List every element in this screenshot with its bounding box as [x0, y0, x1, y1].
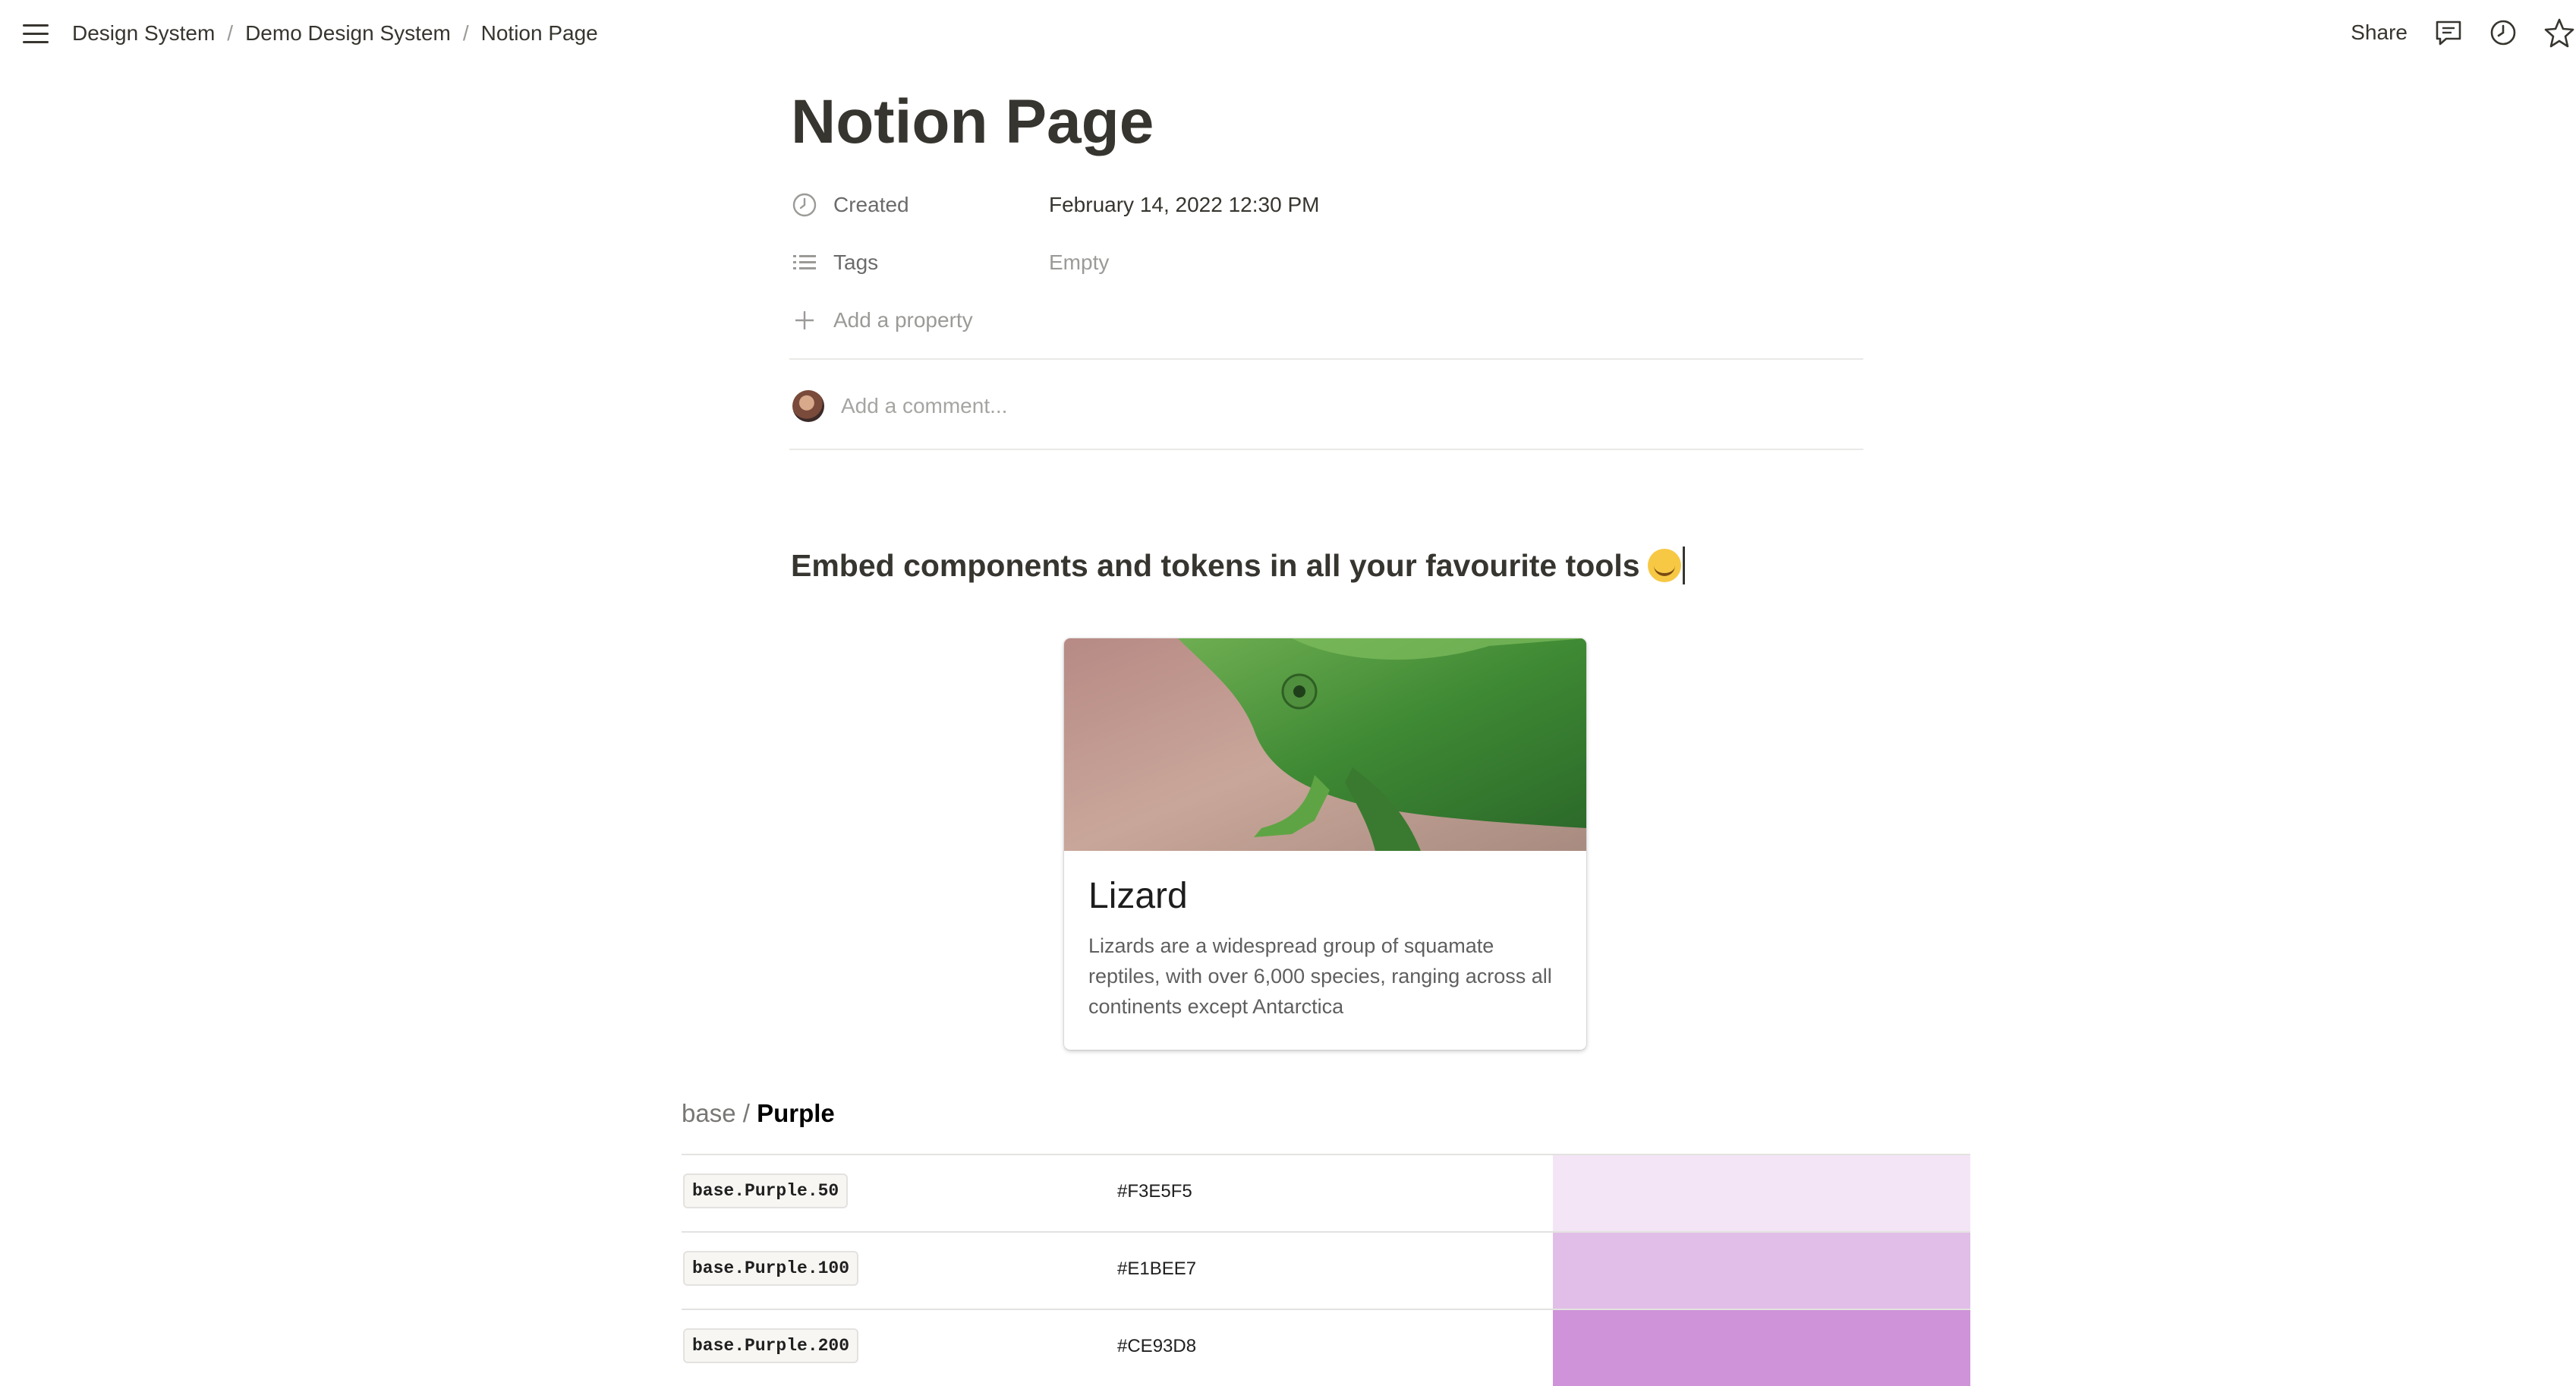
- comment-input[interactable]: Add a comment...: [841, 394, 1007, 418]
- plus-icon: [791, 307, 818, 334]
- property-tags[interactable]: Tags Empty: [791, 241, 1109, 285]
- table-row: base.Purple.200 #CE93D8: [682, 1309, 1970, 1386]
- breadcrumb-item-notion-page[interactable]: Notion Page: [481, 21, 598, 46]
- property-value-tags[interactable]: Empty: [1049, 250, 1109, 275]
- section-heading[interactable]: Embed components and tokens in all your …: [791, 547, 1685, 584]
- card-description: Lizards are a widespread group of squama…: [1088, 934, 1552, 1018]
- breadcrumb-item-demo-design-system[interactable]: Demo Design System: [245, 21, 451, 46]
- top-bar: Design System / Demo Design System / Not…: [0, 0, 2576, 68]
- list-icon: [791, 249, 818, 276]
- smiling-face-emoji-icon: [1647, 549, 1681, 582]
- comment-row: Add a comment...: [792, 387, 1007, 425]
- breadcrumb-separator: /: [462, 21, 469, 45]
- property-value-created[interactable]: February 14, 2022 12:30 PM: [1049, 193, 1319, 217]
- top-actions: Share: [2351, 15, 2576, 50]
- divider: [789, 358, 1863, 360]
- property-name: Created: [833, 193, 909, 216]
- lizard-image: [1064, 638, 1586, 851]
- clock-icon: [791, 191, 818, 219]
- share-button[interactable]: Share: [2351, 20, 2408, 45]
- token-base-label: base /: [682, 1099, 750, 1127]
- color-swatch: [1553, 1155, 1970, 1231]
- page-title[interactable]: Notion Page: [791, 87, 1154, 156]
- token-hex: #E1BEE7: [1117, 1258, 1197, 1279]
- color-swatch: [1553, 1233, 1970, 1309]
- property-name: Tags: [833, 250, 879, 274]
- card-title: Lizard: [1088, 876, 1188, 916]
- breadcrumb: Design System / Demo Design System / Not…: [72, 18, 598, 49]
- token-group-label: Purple: [757, 1099, 835, 1127]
- star-icon[interactable]: [2543, 17, 2576, 48]
- breadcrumb-item-design-system[interactable]: Design System: [72, 21, 215, 46]
- token-name[interactable]: base.Purple.200: [683, 1328, 859, 1363]
- token-name[interactable]: base.Purple.50: [683, 1173, 849, 1208]
- token-name[interactable]: base.Purple.100: [683, 1251, 859, 1286]
- breadcrumb-separator: /: [227, 21, 234, 45]
- section-heading-text: Embed components and tokens in all your …: [791, 547, 1640, 583]
- add-property-button[interactable]: Add a property: [791, 298, 973, 342]
- avatar: [792, 390, 824, 422]
- token-hex: #CE93D8: [1117, 1336, 1197, 1356]
- table-row: base.Purple.50 #F3E5F5: [682, 1154, 1970, 1231]
- token-group-heading: base / Purple: [682, 1099, 835, 1128]
- clock-icon[interactable]: [2488, 17, 2518, 48]
- token-hex: #F3E5F5: [1117, 1181, 1192, 1202]
- table-row: base.Purple.100 #E1BEE7: [682, 1231, 1970, 1309]
- property-created[interactable]: Created February 14, 2022 12:30 PM: [791, 183, 1319, 227]
- add-property-label: Add a property: [833, 308, 973, 332]
- hamburger-icon[interactable]: [21, 21, 50, 47]
- divider: [789, 449, 1863, 450]
- text-cursor: [1682, 547, 1685, 584]
- comment-icon[interactable]: [2433, 17, 2464, 48]
- lizard-card[interactable]: Lizard Lizards are a widespread group of…: [1064, 638, 1586, 1050]
- token-table: base.Purple.50 #F3E5F5 base.Purple.100 #…: [682, 1154, 1970, 1386]
- color-swatch: [1553, 1310, 1970, 1386]
